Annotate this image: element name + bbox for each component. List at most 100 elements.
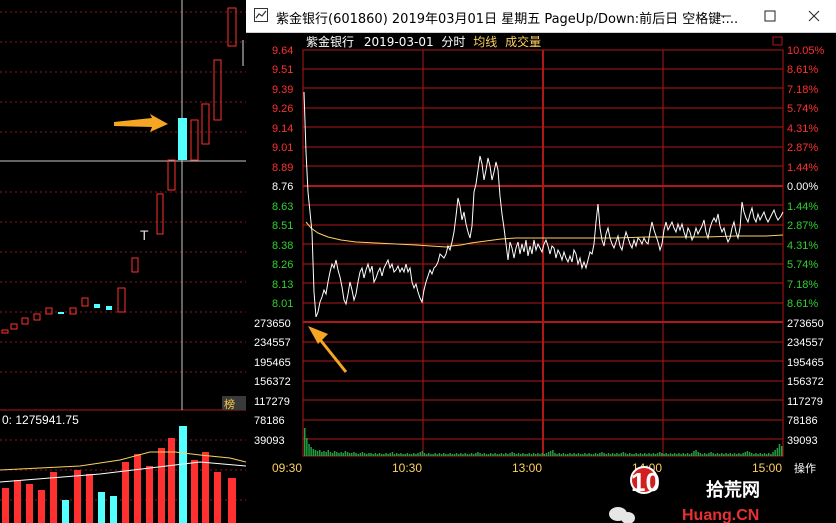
- volume-bar: [496, 454, 498, 456]
- volume-bar: [387, 454, 389, 456]
- price-tick: 8.63: [272, 201, 293, 213]
- volume-bar: [376, 454, 379, 456]
- volume-bar: [579, 454, 582, 456]
- volume-bar: [648, 453, 650, 456]
- price-tick: 9.14: [272, 123, 293, 135]
- volume-bar: [485, 454, 488, 456]
- operation-label[interactable]: 操作: [794, 461, 816, 475]
- volume-bar: [543, 454, 545, 456]
- volume-bar: [479, 453, 481, 456]
- volume-bar: [314, 450, 317, 456]
- volume-tick-right: 195465: [787, 357, 824, 369]
- volume-bar: [688, 454, 691, 456]
- intraday-chart[interactable]: 紫金银行 2019-03-01 分时 均线 成交量 9.64 9.51 9.39…: [246, 32, 836, 523]
- maximize-icon[interactable]: [748, 0, 792, 32]
- volume-bar: [710, 452, 712, 456]
- volume-bar: [517, 453, 520, 456]
- volume-tick-right: 234557: [787, 337, 824, 349]
- volume-bar: [532, 453, 535, 456]
- volume-bar: [712, 453, 714, 456]
- volume-bar: [592, 454, 595, 456]
- volume-bar: [368, 453, 370, 456]
- volume-bar: [464, 453, 466, 456]
- volume-bar: [520, 454, 522, 456]
- volume-bar: [333, 451, 336, 456]
- volume-bar: [757, 454, 759, 456]
- volume-bar: [541, 453, 543, 456]
- volume-bar: [639, 453, 642, 456]
- volume-bar: [714, 454, 717, 456]
- volume-bar: [415, 454, 417, 456]
- volume-bar: [526, 454, 528, 456]
- volume-bar: [430, 454, 432, 456]
- volume-bar: [740, 454, 742, 456]
- volume-bar: [744, 452, 746, 456]
- window-titlebar[interactable]: 紫金银行(601860) 2019年03月01日 星期五 PageUp/Down…: [246, 0, 836, 33]
- intraday-window: 紫金银行(601860) 2019年03月01日 星期五 PageUp/Down…: [246, 0, 836, 523]
- panel-tab-label: 榜: [224, 397, 235, 411]
- watermark: 10 拾荒网 Huang.CN: [609, 466, 760, 523]
- volume-bar: [472, 454, 475, 456]
- volume-bar: [635, 453, 637, 456]
- minimize-icon[interactable]: [704, 0, 748, 32]
- volume-bar: [552, 450, 554, 456]
- volume-bar: [577, 453, 580, 456]
- stock-name: 紫金银行: [306, 34, 354, 49]
- volume-bar: [342, 453, 344, 456]
- volume-bar: [466, 454, 468, 456]
- volume-bar: [524, 454, 526, 456]
- volume-bar: [761, 454, 764, 456]
- volume-bar: [742, 453, 744, 456]
- volume-bar: [455, 453, 458, 456]
- window-title: 紫金银行(601860) 2019年03月01日 星期五 PageUp/Down…: [276, 12, 739, 27]
- volume-bar: [695, 450, 697, 456]
- volume-bar: [554, 453, 556, 456]
- volume-bar: [774, 450, 776, 456]
- background-kline-panel: T 0: 1275941.75 榜: [0, 0, 246, 523]
- volume-bar: [363, 453, 366, 456]
- volume-bar: [652, 453, 655, 456]
- time-tick: 13:00: [512, 461, 542, 475]
- volume-bar: [590, 454, 592, 456]
- volume-bar: [410, 454, 413, 456]
- volume-bar: [490, 453, 492, 456]
- volume-bar: [438, 453, 441, 456]
- volume-bar: [582, 454, 584, 456]
- volume-tick: 117279: [254, 396, 290, 408]
- price-tick: 8.38: [272, 240, 293, 252]
- pct-tick: 4.31%: [787, 240, 818, 252]
- volume-bar: [453, 454, 456, 456]
- volume-bar: [346, 452, 349, 456]
- time-tick: 10:30: [392, 461, 422, 475]
- restore-chart-icon[interactable]: [772, 36, 783, 46]
- pct-tick: 8.61%: [787, 64, 818, 76]
- volume-tick: 156372: [254, 376, 291, 388]
- volume-bar: [483, 453, 486, 456]
- close-icon[interactable]: [792, 0, 836, 32]
- volume-bar: [588, 453, 590, 456]
- volume-bar: [731, 454, 734, 456]
- volume-bar: [374, 453, 377, 456]
- pct-tick: 5.74%: [787, 259, 818, 271]
- volume-bar: [663, 454, 665, 456]
- volume-bar: [494, 453, 496, 456]
- volume-bar: [759, 453, 761, 456]
- volume-bar: [644, 453, 646, 456]
- pct-tick: 4.31%: [787, 123, 818, 135]
- volume-bar: [605, 454, 607, 456]
- volume-tick: 39093: [254, 435, 285, 447]
- volume-bar: [708, 453, 710, 456]
- volume-bar: [753, 454, 755, 456]
- volume-bar: [383, 454, 385, 456]
- volume-tick-right: 39093: [787, 435, 818, 447]
- volume-bar: [691, 453, 693, 456]
- pct-tick: 2.87%: [787, 220, 818, 232]
- indicator-label: 0: 1275941.75: [2, 413, 79, 427]
- price-tick: 8.51: [272, 220, 293, 232]
- volume-bar: [502, 454, 505, 456]
- volume-bar: [451, 454, 453, 456]
- volume-bar: [381, 454, 383, 456]
- volume-bar: [389, 453, 391, 456]
- volume-bar: [316, 451, 319, 456]
- volume-bar: [618, 454, 620, 456]
